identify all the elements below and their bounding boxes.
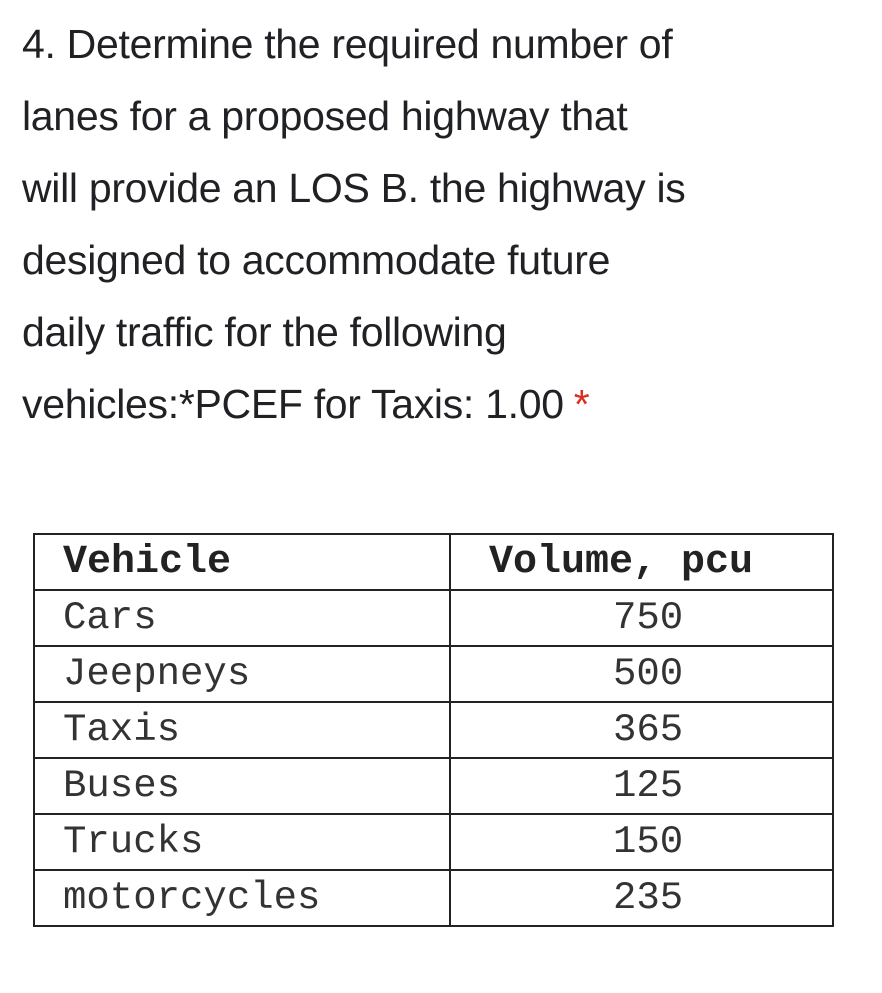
volume-cell: 365: [449, 701, 834, 759]
volume-cell: 150: [449, 813, 834, 871]
table-row: Trucks 150: [33, 813, 834, 871]
vehicle-cell: motorcycles: [33, 869, 451, 927]
header-vehicle: Vehicle: [33, 533, 451, 591]
question-line-last: vehicles:*PCEF for Taxis: 1.00 *: [22, 368, 872, 440]
question-line: vehicles:*PCEF for Taxis: 1.00: [22, 381, 564, 427]
table-row: motorcycles 235: [33, 869, 834, 927]
vehicle-cell: Trucks: [33, 813, 451, 871]
volume-cell: 750: [449, 589, 834, 647]
table-header-row: Vehicle Volume, pcu: [33, 533, 834, 591]
table-row: Jeepneys 500: [33, 645, 834, 703]
question-line: daily traffic for the following: [22, 309, 507, 355]
vehicle-cell: Jeepneys: [33, 645, 451, 703]
question-text: 4. Determine the required number of lane…: [22, 8, 872, 440]
volume-cell: 500: [449, 645, 834, 703]
question-line: will provide an LOS B. the highway is: [22, 165, 686, 211]
volume-cell: 235: [449, 869, 834, 927]
table-row: Buses 125: [33, 757, 834, 815]
vehicle-volume-table: Vehicle Volume, pcu Cars 750 Jeepneys 50…: [33, 533, 834, 927]
question-line: lanes for a proposed highway that: [22, 93, 628, 139]
vehicle-cell: Buses: [33, 757, 451, 815]
table-row: Taxis 365: [33, 701, 834, 759]
required-asterisk: *: [573, 381, 590, 427]
vehicle-cell: Cars: [33, 589, 451, 647]
question-line: designed to accommodate future: [22, 237, 611, 283]
vehicle-cell: Taxis: [33, 701, 451, 759]
volume-cell: 125: [449, 757, 834, 815]
question-line: 4. Determine the required number of: [22, 21, 673, 67]
header-volume: Volume, pcu: [449, 533, 834, 591]
table-row: Cars 750: [33, 589, 834, 647]
